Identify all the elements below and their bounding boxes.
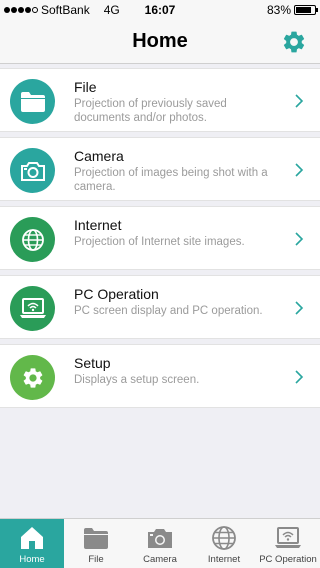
- page-title: Home: [132, 30, 188, 52]
- battery-icon: [294, 5, 318, 15]
- laptop-wifi-icon: [275, 527, 301, 548]
- camera-icon: [20, 161, 45, 181]
- status-right: 83%: [266, 3, 318, 17]
- tab-internet[interactable]: Internet: [192, 519, 256, 568]
- tab-label: Home: [19, 554, 45, 565]
- menu-item-title: Setup: [74, 355, 111, 371]
- chevron-right-icon: [295, 163, 304, 177]
- menu-item-camera[interactable]: Camera Projection of images being shot w…: [0, 137, 320, 201]
- laptop-wifi-icon: [19, 297, 46, 318]
- tab-label: File: [88, 554, 104, 565]
- menu-item-title: Internet: [74, 217, 122, 233]
- menu-text: Internet Projection of Internet site ima…: [74, 217, 284, 249]
- camera-icon: [148, 529, 172, 548]
- chevron-right-icon: [295, 301, 304, 315]
- menu-icon-circle: [10, 217, 55, 262]
- status-bar: SoftBank 4G 16:07 83%: [0, 0, 320, 20]
- menu-item-description: Projection of Internet site images.: [74, 236, 245, 248]
- tab-label: Internet: [207, 554, 241, 565]
- tab-pc-operation[interactable]: PC Operation: [256, 519, 320, 568]
- folder-icon: [84, 528, 108, 549]
- menu-icon-circle: [10, 355, 55, 400]
- menu-item-description: Projection of previously saved documents…: [74, 98, 227, 124]
- menu-item-file[interactable]: File Projection of previously saved docu…: [0, 68, 320, 132]
- tab-label: PC Operation: [259, 554, 317, 565]
- menu-text: Setup Displays a setup screen.: [74, 355, 284, 387]
- menu-text: Camera Projection of images being shot w…: [74, 148, 284, 194]
- tab-bar: Home File Camera Internet PC Operation: [0, 518, 320, 568]
- menu-item-setup[interactable]: Setup Displays a setup screen.: [0, 344, 320, 408]
- menu-item-title: Camera: [74, 148, 124, 164]
- menu-icon-circle: [10, 286, 55, 331]
- menu-item-internet[interactable]: Internet Projection of Internet site ima…: [0, 206, 320, 270]
- globe-icon: [212, 526, 236, 550]
- menu-item-title: File: [74, 79, 97, 95]
- chevron-right-icon: [295, 232, 304, 246]
- house-icon: [21, 527, 43, 549]
- menu-text: PC Operation PC screen display and PC op…: [74, 286, 284, 318]
- globe-icon: [21, 228, 44, 251]
- nav-bar: Home: [0, 20, 320, 64]
- menu-item-pc-operation[interactable]: PC Operation PC screen display and PC op…: [0, 275, 320, 339]
- gear-icon: [23, 367, 42, 388]
- tab-label: Camera: [143, 554, 177, 565]
- gear-icon[interactable]: [281, 29, 307, 55]
- menu-icon-circle: [10, 148, 55, 193]
- tab-camera[interactable]: Camera: [128, 519, 192, 568]
- menu-list: File Projection of previously saved docu…: [0, 68, 320, 413]
- menu-item-title: PC Operation: [74, 286, 159, 302]
- folder-icon: [20, 91, 45, 112]
- chevron-right-icon: [295, 94, 304, 108]
- battery-percent: 83%: [266, 3, 291, 17]
- tab-file[interactable]: File: [64, 519, 128, 568]
- menu-item-description: PC screen display and PC operation.: [74, 305, 263, 317]
- menu-text: File Projection of previously saved docu…: [74, 79, 284, 125]
- tab-home[interactable]: Home: [0, 519, 64, 568]
- battery-fill: [296, 7, 311, 13]
- chevron-right-icon: [295, 370, 304, 384]
- menu-item-description: Projection of images being shot with a c…: [74, 167, 268, 193]
- menu-item-description: Displays a setup screen.: [74, 374, 200, 386]
- menu-icon-circle: [10, 79, 55, 124]
